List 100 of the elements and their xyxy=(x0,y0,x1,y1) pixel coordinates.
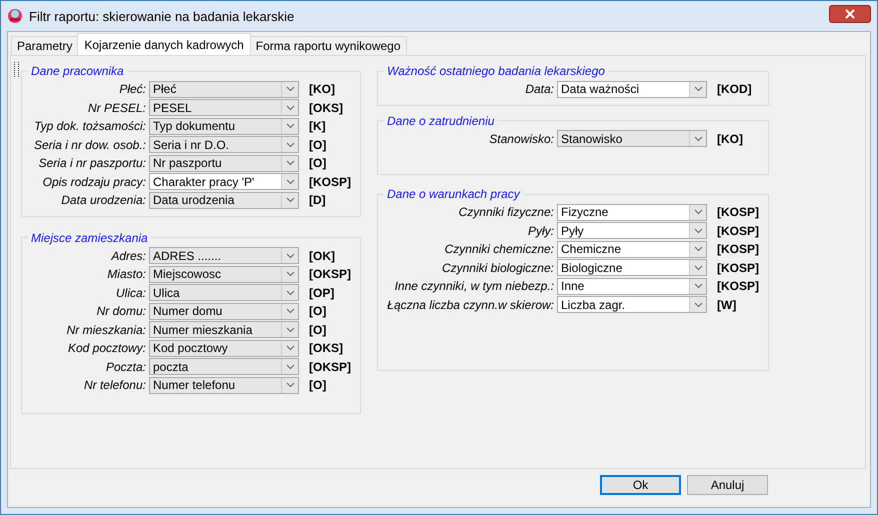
dropdown[interactable]: Pyły xyxy=(557,222,707,240)
dropdown[interactable]: Kod pocztowy xyxy=(149,340,299,357)
dropdown[interactable]: Fizyczne xyxy=(557,204,707,221)
field-label: Opis rodzaju pracy: xyxy=(42,174,147,189)
field-label: Czynniki biologiczne: xyxy=(440,260,555,275)
field-label: Poczta: xyxy=(104,360,147,374)
chevron-down-icon xyxy=(694,228,702,234)
field-code: [KO] xyxy=(716,132,743,146)
field-label: Stanowisko: xyxy=(488,132,555,146)
field-code: [KO] xyxy=(308,82,335,96)
field-code: [O] xyxy=(308,378,326,392)
chevron-down-icon xyxy=(286,271,294,278)
field-code: [KOSP] xyxy=(308,174,351,189)
chevron-down-icon xyxy=(694,302,702,308)
field-label: Typ dok. tożsamości: xyxy=(33,119,147,134)
field-code: [KOSP] xyxy=(716,242,759,256)
dialog-button[interactable]: Ok xyxy=(600,475,681,495)
chevron-down-icon xyxy=(694,136,702,142)
dropdown[interactable]: ADRES ....... xyxy=(149,247,299,264)
chevron-down-icon xyxy=(286,197,294,204)
chevron-down-icon xyxy=(286,104,294,111)
field-label: Ulica: xyxy=(114,286,147,300)
dropdown[interactable]: Płeć xyxy=(149,80,299,98)
field-label: Czynniki fizyczne: xyxy=(458,205,555,220)
dropdown[interactable]: PESEL xyxy=(149,99,299,116)
chevron-down-icon xyxy=(694,246,702,252)
field-code: [KOSP] xyxy=(716,224,759,238)
chevron-down-icon xyxy=(286,382,294,388)
chevron-down-icon xyxy=(286,345,294,352)
dropdown[interactable]: Charakter pracy 'P' xyxy=(149,173,299,190)
field-code: [OKSP] xyxy=(308,267,351,282)
group-title: Dane pracownika xyxy=(30,64,125,78)
field-code: [KOSP] xyxy=(716,279,759,294)
tab[interactable]: Forma raportu wynikowego xyxy=(250,36,407,55)
chevron-down-icon xyxy=(694,86,702,92)
chevron-down-icon xyxy=(286,252,294,259)
field-label: Miasto: xyxy=(106,267,147,282)
app-icon xyxy=(7,8,23,24)
group-title: Ważność ostatniego badania lekarskiego xyxy=(386,64,606,78)
field-label: Pyły: xyxy=(526,224,555,238)
dropdown[interactable]: Data ważności xyxy=(557,80,707,98)
field-label: Inne czynniki, w tym niebezp.: xyxy=(394,279,555,294)
chevron-down-icon xyxy=(286,142,294,148)
field-code: [OP] xyxy=(308,286,334,300)
field-label: Nr domu: xyxy=(96,304,147,318)
field-label: Nr telefonu: xyxy=(82,378,147,392)
field-code: [KOSP] xyxy=(716,205,759,220)
field-code: [O] xyxy=(308,156,326,170)
field-code: [KOD] xyxy=(716,82,752,96)
group-title: Dane o zatrudnieniu xyxy=(386,114,496,128)
field-label: Czynniki chemiczne: xyxy=(444,242,555,256)
field-code: [KOSP] xyxy=(716,260,759,275)
field-label: Seria i nr paszportu: xyxy=(38,156,147,170)
chevron-down-icon xyxy=(286,290,294,296)
field-code: [O] xyxy=(308,304,326,318)
dropdown[interactable]: Biologiczne xyxy=(557,259,707,276)
field-label: Płeć: xyxy=(118,82,147,96)
close-icon xyxy=(845,9,855,19)
dropdown[interactable]: Ulica xyxy=(149,284,299,302)
chevron-down-icon xyxy=(694,283,702,290)
field-code: [W] xyxy=(716,298,736,312)
dropdown[interactable]: Inne xyxy=(557,278,707,295)
dropdown[interactable]: Miejscowosc xyxy=(149,266,299,283)
chevron-down-icon xyxy=(286,123,294,130)
field-code: [O] xyxy=(308,322,326,337)
dropdown[interactable]: Typ dokumentu xyxy=(149,118,299,135)
chevron-down-icon xyxy=(286,308,294,314)
dropdown[interactable]: Data urodzenia xyxy=(149,192,299,209)
dropdown[interactable]: Seria i nr D.O. xyxy=(149,136,299,154)
dropdown[interactable]: Numer telefonu xyxy=(149,376,299,394)
field-code: [K] xyxy=(308,119,326,134)
dropdown[interactable]: Numer domu xyxy=(149,302,299,320)
field-label: Łączna liczba czynn.w skierow: xyxy=(386,298,555,312)
dropdown[interactable]: Nr paszportu xyxy=(149,154,299,172)
grip-handle[interactable] xyxy=(14,62,19,77)
dropdown[interactable]: poczta xyxy=(149,358,299,376)
dropdown[interactable]: Numer mieszkania xyxy=(149,321,299,338)
group-title: Dane o warunkach pracy xyxy=(386,187,522,201)
dialog-button[interactable]: Anuluj xyxy=(687,475,768,495)
field-label: Nr PESEL: xyxy=(86,100,147,115)
tab[interactable]: Parametry xyxy=(11,36,78,55)
chevron-down-icon xyxy=(286,86,294,92)
dropdown[interactable]: Chemiczne xyxy=(557,240,707,258)
chevron-down-icon xyxy=(286,160,294,166)
field-label: Data urodzenia: xyxy=(60,193,147,208)
field-label: Adres: xyxy=(110,248,147,263)
field-label: Seria i nr dow. osob.: xyxy=(32,138,147,152)
field-code: [OKS] xyxy=(308,341,343,356)
chevron-down-icon xyxy=(286,364,294,370)
field-code: [OKSP] xyxy=(308,360,351,374)
dropdown[interactable]: Liczba zagr. xyxy=(557,296,707,314)
close-button[interactable] xyxy=(829,5,871,23)
tab[interactable]: Kojarzenie danych kadrowych xyxy=(77,33,251,55)
chevron-down-icon xyxy=(694,209,702,216)
field-code: [O] xyxy=(308,138,326,152)
field-code: [D] xyxy=(308,193,326,208)
dropdown[interactable]: Stanowisko xyxy=(557,130,707,148)
chevron-down-icon xyxy=(694,264,702,271)
field-code: [OK] xyxy=(308,248,335,263)
chevron-down-icon xyxy=(286,326,294,333)
